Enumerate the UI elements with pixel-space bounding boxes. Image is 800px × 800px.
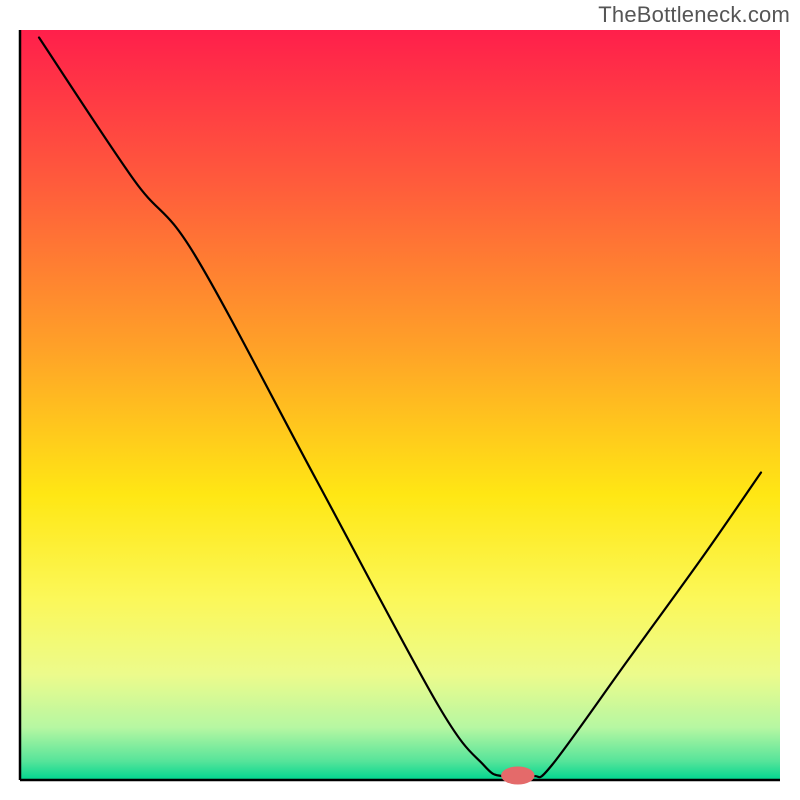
optimum-marker: [501, 767, 534, 785]
chart-container: TheBottleneck.com: [0, 0, 800, 800]
bottleneck-chart: [0, 0, 800, 800]
plot-background: [20, 30, 780, 780]
watermark-text: TheBottleneck.com: [598, 2, 790, 28]
